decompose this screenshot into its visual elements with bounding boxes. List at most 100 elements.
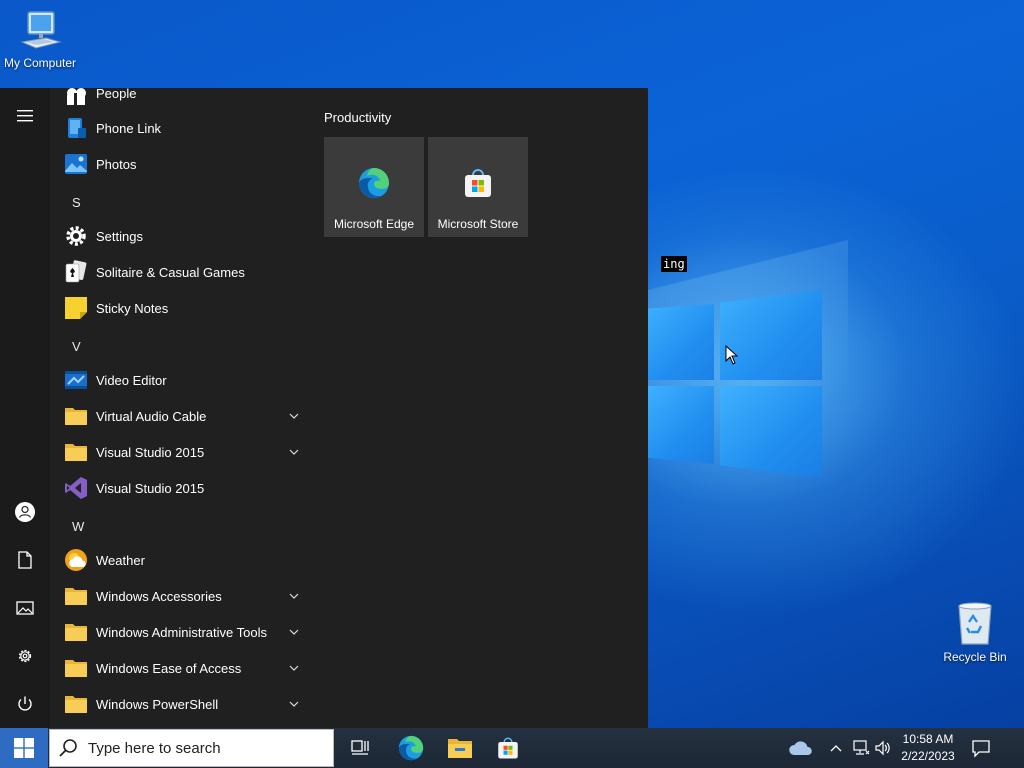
app-item-phone-link[interactable]: Phone Link (50, 110, 312, 146)
app-label: Virtual Audio Cable (96, 408, 207, 424)
app-item-photos[interactable]: Photos (50, 146, 312, 182)
chevron-down-icon[interactable] (284, 593, 304, 599)
app-list: People Phone Link Photos S Settings Soli (50, 88, 312, 728)
pictures-button[interactable] (13, 596, 37, 620)
app-item-sticky-notes[interactable]: Sticky Notes (50, 290, 312, 326)
pictures-icon (16, 601, 34, 615)
app-label: Windows Accessories (96, 588, 222, 604)
edge-icon (359, 168, 389, 198)
clock-date: 2/22/2023 (901, 749, 955, 763)
app-label: People (96, 88, 137, 101)
desktop-icon-recycle-bin[interactable]: Recycle Bin (935, 600, 1015, 664)
app-folder-windows-accessories[interactable]: Windows Accessories (50, 578, 312, 614)
documents-button[interactable] (13, 548, 37, 572)
phone-link-icon (64, 116, 88, 140)
edge-icon (398, 735, 424, 761)
folder-icon (64, 620, 88, 644)
desktop-icon-label: My Computer (3, 56, 77, 70)
folder-icon (64, 440, 88, 464)
taskbar-edge-button[interactable] (395, 732, 427, 764)
tile-label: Microsoft Edge (333, 217, 415, 231)
store-icon (498, 737, 518, 759)
task-view-button[interactable] (344, 732, 376, 764)
app-label: Photos (96, 156, 137, 172)
folder-icon (64, 584, 88, 608)
task-view-icon (351, 740, 369, 755)
letter-header-s[interactable]: S (72, 195, 81, 210)
wallpaper-logo-pane (648, 304, 714, 380)
app-item-people[interactable]: People (50, 88, 312, 111)
app-label: Sticky Notes (96, 300, 169, 316)
recycle-bin-icon (958, 602, 992, 645)
chevron-down-icon[interactable] (284, 629, 304, 635)
app-folder-windows-administrative-tools[interactable]: Windows Administrative Tools (50, 614, 312, 650)
action-center-button[interactable] (968, 736, 994, 760)
mouse-cursor-icon (725, 345, 739, 365)
taskbar-store-button[interactable] (492, 732, 524, 764)
tile-group-title[interactable]: Productivity (324, 110, 391, 125)
power-icon (18, 696, 32, 711)
chevron-down-icon[interactable] (284, 701, 304, 707)
start-button[interactable] (0, 728, 48, 768)
wallpaper-logo-pane (720, 386, 822, 478)
app-folder-visual-studio-2015[interactable]: Visual Studio 2015 (50, 434, 312, 470)
hamburger-menu-icon (17, 110, 33, 122)
chevron-down-icon[interactable] (284, 413, 304, 419)
folder-icon (64, 656, 88, 680)
action-center-icon (972, 740, 990, 758)
app-item-settings[interactable]: Settings (50, 218, 312, 254)
chevron-down-icon[interactable] (284, 665, 304, 671)
letter-header-v[interactable]: V (72, 339, 81, 354)
clock-time: 10:58 AM (902, 732, 954, 746)
taskbar-clock[interactable]: 10:58 AM 2/22/2023 (893, 731, 963, 765)
settings-button[interactable] (13, 644, 37, 668)
desktop-icon-my-computer[interactable]: My Computer (0, 8, 80, 70)
app-item-weather[interactable]: Weather (50, 542, 312, 578)
sticky-notes-icon (64, 296, 88, 320)
app-label: Settings (96, 228, 143, 244)
desktop-icon-label: Recycle Bin (943, 650, 1007, 664)
user-account-icon (15, 502, 35, 522)
onedrive-cloud-icon (789, 741, 812, 755)
taskbar: Type here to search 10:58 AM 2/22/2023 (0, 728, 1024, 768)
app-folder-virtual-audio-cable[interactable]: Virtual Audio Cable (50, 398, 312, 434)
solitaire-icon (64, 260, 88, 284)
folder-icon (64, 404, 88, 428)
store-icon (465, 169, 491, 197)
app-item-visual-studio-2015[interactable]: Visual Studio 2015 (50, 470, 312, 506)
app-folder-windows-powershell[interactable]: Windows PowerShell (50, 686, 312, 722)
app-label: Weather (96, 552, 145, 568)
user-account-button[interactable] (13, 500, 37, 524)
onedrive-button[interactable] (786, 728, 816, 768)
tile-microsoft-edge[interactable]: Microsoft Edge (324, 137, 424, 237)
app-item-solitaire[interactable]: Solitaire & Casual Games (50, 254, 312, 290)
volume-icon (875, 740, 890, 756)
chevron-down-icon[interactable] (284, 449, 304, 455)
app-label: Visual Studio 2015 (96, 480, 205, 496)
start-menu-rail (0, 88, 50, 728)
app-label: Phone Link (96, 120, 162, 136)
network-button[interactable] (851, 728, 871, 768)
expand-menu-button[interactable] (13, 104, 37, 128)
wallpaper-logo-pane (720, 290, 822, 380)
app-label: Windows Ease of Access (96, 660, 242, 676)
wallpaper-logo-pane (648, 386, 714, 464)
windows-logo-icon (14, 738, 34, 758)
app-folder-windows-ease-of-access[interactable]: Windows Ease of Access (50, 650, 312, 686)
app-item-video-editor[interactable]: Video Editor (50, 362, 312, 398)
tile-microsoft-store[interactable]: Microsoft Store (428, 137, 528, 237)
letter-header-w[interactable]: W (72, 519, 84, 534)
search-icon (59, 739, 77, 757)
search-box[interactable]: Type here to search (49, 729, 334, 767)
show-hidden-icons-button[interactable] (828, 728, 844, 768)
app-label: Windows Administrative Tools (96, 624, 267, 640)
overlay-text-fragment: ing (661, 256, 687, 272)
power-button[interactable] (13, 692, 37, 716)
chevron-up-icon (830, 745, 842, 752)
settings-gear-icon (18, 649, 32, 663)
app-label: Solitaire & Casual Games (96, 264, 245, 280)
app-label: Visual Studio 2015 (96, 444, 205, 460)
taskbar-file-explorer-button[interactable] (444, 732, 476, 764)
search-placeholder: Type here to search (88, 739, 221, 757)
volume-button[interactable] (873, 728, 893, 768)
